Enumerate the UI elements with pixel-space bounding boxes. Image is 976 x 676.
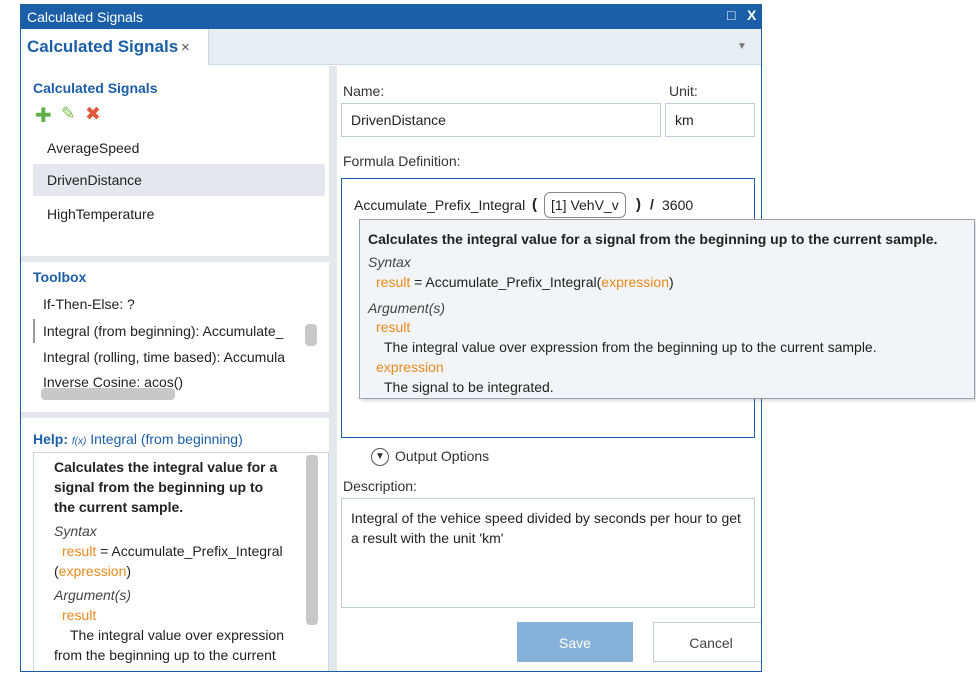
tooltip-args-label: Argument(s) (368, 300, 446, 316)
tooltip-syntax-label: Syntax (368, 254, 411, 270)
tab-label: Calculated Signals (27, 37, 179, 56)
help-content: Calculates the integral value for a sign… (33, 452, 329, 671)
signal-item-hightemperature[interactable]: HighTemperature (33, 198, 325, 230)
close-window-icon[interactable]: X (747, 7, 756, 23)
edit-icon[interactable]: ✎ (61, 104, 75, 124)
tooltip-syntax-expression: expression (601, 274, 669, 290)
fx-icon: f(x) (71, 436, 87, 447)
function-tooltip: Calculates the integral value for a sign… (359, 219, 975, 399)
toolbox-scrollbar-vertical[interactable] (305, 324, 317, 346)
formula-label: Formula Definition: (343, 153, 461, 169)
formula-function: Accumulate_Prefix_Integral (354, 197, 526, 213)
help-scrollbar[interactable] (306, 455, 318, 625)
help-title: Help: f(x) Integral (from beginning) (33, 431, 243, 447)
tooltip-syntax-result: result (376, 274, 411, 290)
tooltip-arg-result-desc: The integral value over expression from … (384, 339, 877, 355)
unit-label: Unit: (669, 83, 698, 99)
tab-strip: Calculated Signals × ▼ (21, 29, 761, 65)
tooltip-arg-expression-desc: The signal to be integrated. (384, 379, 554, 395)
tooltip-syntax-line: result = Accumulate_Prefix_Integral(expr… (376, 272, 674, 292)
help-syntax-line: result = Accumulate_Prefix_Integral (54, 541, 304, 561)
signal-item-averagespeed[interactable]: AverageSpeed (33, 132, 325, 164)
tooltip-arg-result: result (376, 319, 411, 335)
splitter-horizontal-2[interactable] (21, 412, 329, 418)
help-syntax-result: result (62, 543, 97, 559)
tooltip-syntax-rest-1: = Accumulate_Prefix_Integral( (410, 274, 602, 290)
toolbox-item-integral-rolling[interactable]: Integral (rolling, time based): Accumula (33, 345, 313, 369)
save-button[interactable]: Save (517, 622, 633, 662)
help-summary-1: Calculates the integral value for a (54, 459, 278, 475)
help-text: Calculates the integral value for a sign… (54, 457, 304, 665)
help-syntax-eq: = Accumulate_Prefix_Integral (96, 543, 283, 559)
expand-chevron-icon[interactable]: ▼ (371, 448, 389, 466)
help-args-label: Argument(s) (54, 587, 132, 603)
name-input[interactable]: DrivenDistance (341, 103, 661, 137)
splitter-horizontal[interactable] (21, 256, 329, 262)
toolbox-item-if-then-else[interactable]: If-Then-Else: ? (33, 292, 313, 316)
cancel-button[interactable]: Cancel (653, 622, 761, 662)
toolbox-item-integral-beginning[interactable]: Integral (from beginning): Accumulate_ (33, 319, 313, 343)
signal-item-drivendistance[interactable]: DrivenDistance (33, 164, 325, 196)
help-summary-2: signal from the beginning up to (54, 479, 264, 495)
output-options-toggle[interactable]: Output Options (395, 448, 489, 464)
toolbox-title: Toolbox (33, 269, 87, 285)
help-syntax-line-2: (expression) (54, 561, 304, 581)
formula-paren-open: ( (532, 196, 537, 213)
tooltip-arg-expression: expression (376, 359, 444, 375)
help-summary-3: the current sample. (54, 499, 184, 515)
help-syntax-label: Syntax (54, 523, 97, 539)
left-panel: Calculated Signals ✚ ✎ ✖ AverageSpeed Dr… (21, 66, 329, 671)
add-icon[interactable]: ✚ (35, 103, 52, 128)
window-title: Calculated Signals (27, 9, 143, 25)
unit-input[interactable]: km (665, 103, 755, 137)
tooltip-summary: Calculates the integral value for a sign… (368, 231, 938, 247)
help-paren-close: ) (126, 563, 132, 579)
signals-section-title: Calculated Signals (33, 80, 158, 96)
formula-paren-close: ) (636, 196, 641, 213)
title-bar[interactable]: Calculated Signals □ X (21, 5, 761, 29)
name-label: Name: (343, 83, 385, 99)
help-arg-result: result (62, 607, 97, 623)
help-function-name: Integral (from beginning) (90, 431, 243, 447)
tab-menu-chevron-icon[interactable]: ▼ (737, 41, 747, 52)
help-label: Help: (33, 431, 68, 447)
description-textarea[interactable]: Integral of the vehice speed divided by … (341, 498, 755, 608)
formula-operator: / (650, 196, 654, 212)
tab-close-icon[interactable]: × (181, 39, 190, 56)
splitter-vertical[interactable] (329, 66, 337, 671)
tooltip-syntax-rest-2: ) (668, 274, 674, 290)
description-label: Description: (343, 478, 417, 494)
delete-icon[interactable]: ✖ (85, 103, 101, 126)
help-arg-result-desc-1: The integral value over expression (70, 627, 285, 643)
toolbox-scrollbar-horizontal[interactable] (41, 388, 175, 400)
formula-constant: 3600 (662, 197, 694, 213)
restore-icon[interactable]: □ (727, 7, 735, 23)
help-syntax-expression: expression (58, 563, 127, 579)
signal-chip[interactable]: [1] VehV_v (544, 192, 626, 218)
help-arg-result-desc-2: from the beginning up to the current (54, 647, 276, 663)
tab-calculated-signals[interactable]: Calculated Signals × (21, 29, 209, 65)
